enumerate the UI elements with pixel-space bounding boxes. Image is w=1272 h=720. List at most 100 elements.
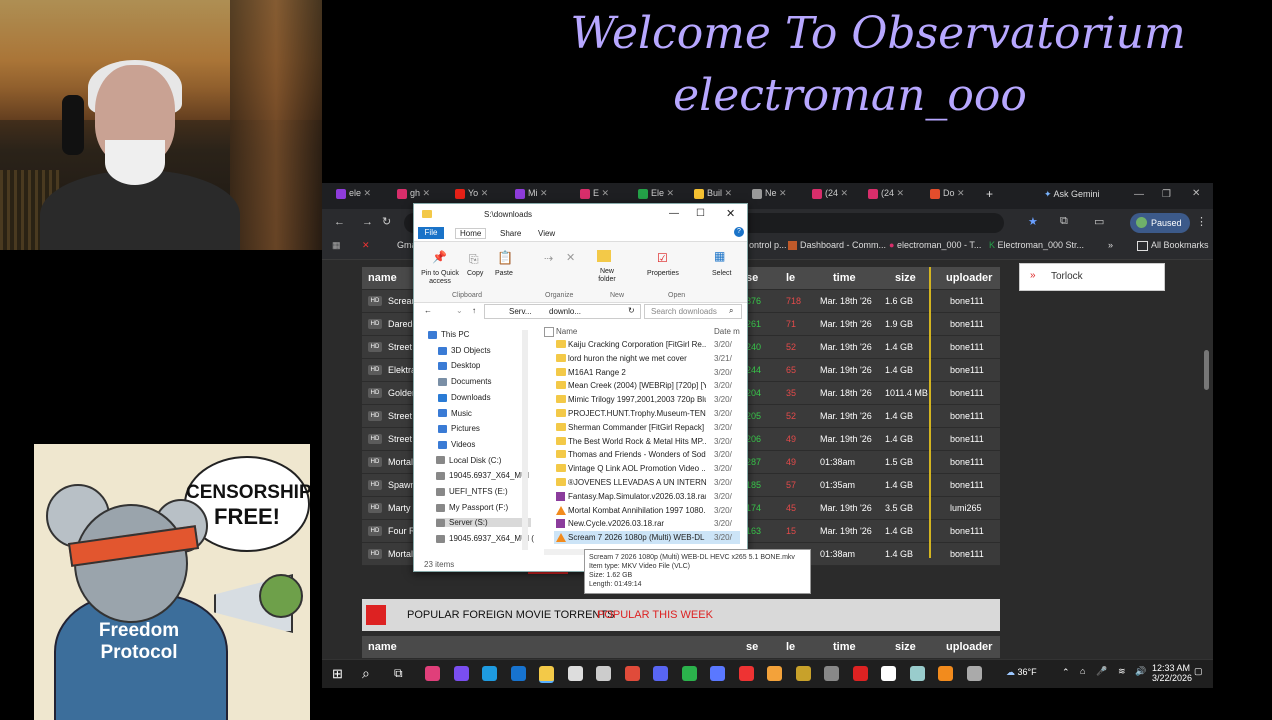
list-item[interactable]: New.Cycle.v2026.03.18.rar 3/20/ [554, 517, 740, 530]
browser-tab[interactable]: ele ✕ [336, 188, 386, 206]
list-item[interactable]: The Best World Rock & Metal Hits MP... 3/… [554, 435, 740, 448]
tab-close-icon[interactable]: ✕ [955, 188, 965, 198]
col-uploader[interactable]: uploader [946, 641, 992, 653]
nav-item[interactable]: Downloads [438, 393, 491, 402]
col-size[interactable]: size [895, 272, 916, 284]
tab-close-icon[interactable]: ✕ [538, 188, 548, 198]
extensions-icon[interactable]: ⧉ [1060, 215, 1068, 228]
chrome-icon[interactable] [681, 666, 697, 681]
sidepanel-icon[interactable]: ▭ [1094, 215, 1104, 228]
help-icon[interactable]: ? [734, 227, 744, 237]
nav-item[interactable]: Pictures [438, 424, 480, 433]
col-uploader[interactable]: uploader [946, 272, 992, 284]
maximize-button[interactable]: ❐ [1162, 189, 1171, 200]
copilot-icon[interactable] [453, 666, 469, 681]
nav-item[interactable]: My Passport (F:) [436, 503, 508, 512]
row-name[interactable]: Street [388, 411, 412, 421]
nav-item[interactable]: 19045.6937_X64_MUI [436, 471, 529, 480]
row-name[interactable]: Elektra [388, 365, 416, 375]
discord-icon[interactable] [653, 666, 668, 681]
col-name[interactable]: Name [556, 327, 577, 336]
menu-icon[interactable]: ⋮ [1196, 215, 1207, 228]
row-uploader[interactable]: bone111 [950, 457, 984, 467]
row-name[interactable]: Four R [388, 526, 416, 536]
row-uploader[interactable]: bone111 [950, 526, 984, 536]
back-icon[interactable]: ← [334, 216, 345, 228]
explorer-address-bar[interactable]: Serv... downlo... [484, 304, 641, 319]
list-item[interactable]: PROJECT.HUNT.Trophy.Museum-TEN... 3/20/ [554, 407, 740, 420]
nav-item[interactable]: Documents [438, 377, 491, 386]
minimize-button[interactable]: — [1134, 189, 1144, 200]
row-name[interactable]: Marty [388, 503, 411, 513]
browser-tab[interactable]: (24 ✕ [868, 188, 918, 206]
tray-mic-icon[interactable]: 🎤 [1096, 666, 1107, 677]
delete-icon[interactable]: ✕ [566, 251, 575, 264]
opera-gx-icon[interactable] [852, 666, 868, 681]
start-icon[interactable]: ⊞ [332, 666, 343, 682]
explorer-forward-icon[interactable]: ⌄ [456, 306, 463, 315]
task-view-icon[interactable]: ⧉ [394, 666, 403, 681]
col-size[interactable]: size [895, 641, 916, 653]
nav-item[interactable]: Local Disk (C:) [436, 456, 501, 465]
nav-item[interactable]: 19045.6937_X64_MUI ( [436, 534, 534, 543]
row-uploader[interactable]: bone111 [950, 319, 984, 329]
nav-item[interactable]: Desktop [438, 361, 480, 370]
app-icon[interactable] [881, 666, 896, 681]
network-tool-icon[interactable] [909, 666, 925, 681]
list-item[interactable]: lord huron the night we met cover 3/21/ [554, 352, 740, 365]
reload-icon[interactable]: ↻ [382, 215, 391, 228]
profile-paused-button[interactable]: Paused [1130, 213, 1190, 233]
refresh-icon[interactable]: ↻ [628, 306, 635, 315]
new-folder-button[interactable]: New folder [595, 268, 619, 284]
wifi-icon[interactable]: ≋ [1118, 666, 1126, 677]
row-uploader[interactable]: bone111 [950, 411, 984, 421]
tab-close-icon[interactable]: ✕ [894, 188, 905, 198]
audio-app-icon[interactable] [624, 666, 640, 681]
explorer-search-input[interactable]: Search downloads ⌕ [644, 304, 742, 319]
address-part1[interactable]: Serv... [509, 307, 532, 316]
forward-icon[interactable]: → [362, 216, 373, 228]
col-le[interactable]: le [786, 641, 795, 653]
list-item[interactable]: Mimic Trilogy 1997,2001,2003 720p Blu...… [554, 393, 740, 406]
row-uploader[interactable]: lumi265 [950, 503, 982, 513]
store-icon[interactable] [510, 666, 526, 681]
col-le[interactable]: le [786, 272, 795, 284]
bookmark-electroman-str[interactable]: K Electroman_000 Str... [989, 240, 1084, 250]
row-uploader[interactable]: bone111 [950, 296, 984, 306]
list-item[interactable]: Mortal Kombat Annihilation 1997 1080... 3… [554, 504, 740, 517]
list-item[interactable]: Scream 7 2026 1080p (Multi) WEB-DL ... 3/… [554, 531, 740, 545]
browser-tab[interactable]: (24 ✕ [812, 188, 862, 206]
tab-share[interactable]: Share [500, 229, 521, 238]
row-name[interactable]: Street [388, 434, 412, 444]
nav-item[interactable]: This PC [428, 330, 469, 339]
row-uploader[interactable]: bone111 [950, 434, 984, 444]
volume-icon[interactable]: 🔊 [1135, 666, 1146, 677]
tab-view[interactable]: View [538, 229, 555, 238]
new-tab-button[interactable]: + [986, 187, 993, 201]
ask-gemini-button[interactable]: ✦ Ask Gemini [1044, 189, 1100, 200]
list-item[interactable]: Mean Creek (2004) [WEBRip] [720p] [Y... 3… [554, 379, 740, 392]
tab-file[interactable]: File [418, 227, 444, 239]
list-item[interactable]: Sherman Commander [FitGirl Repack] 3/20/ [554, 421, 740, 434]
explorer-up-icon[interactable]: ↑ [472, 306, 476, 315]
nav-item[interactable]: Music [438, 409, 472, 418]
properties-button[interactable]: Properties [647, 270, 679, 277]
edge-icon[interactable] [482, 666, 497, 681]
row-uploader[interactable]: bone111 [950, 342, 984, 352]
list-item[interactable]: Kaiju Cracking Corporation [FitGirl Re..… [554, 338, 740, 351]
more-bookmarks-icon[interactable]: » [1108, 240, 1113, 250]
nav-item[interactable]: Videos [438, 440, 475, 449]
file-explorer-icon[interactable] [539, 666, 554, 683]
row-name[interactable]: Mortal [388, 457, 413, 467]
select-button[interactable]: Select [712, 270, 731, 277]
tab-close-icon[interactable]: ✕ [664, 188, 675, 198]
col-time[interactable]: time [833, 641, 856, 653]
select-all-checkbox[interactable] [544, 327, 554, 337]
tab-close-icon[interactable]: ✕ [722, 188, 733, 198]
opera-icon[interactable] [738, 666, 754, 681]
bookmark-control[interactable]: ontrol p... [749, 240, 787, 250]
tab-close-icon[interactable]: ✕ [838, 188, 849, 198]
explorer-back-icon[interactable]: ← [424, 306, 432, 315]
tab-popular-foreign[interactable]: POPULAR FOREIGN MOVIE TORRENTS [407, 609, 614, 621]
tab-close-icon[interactable]: ✕ [420, 188, 431, 198]
